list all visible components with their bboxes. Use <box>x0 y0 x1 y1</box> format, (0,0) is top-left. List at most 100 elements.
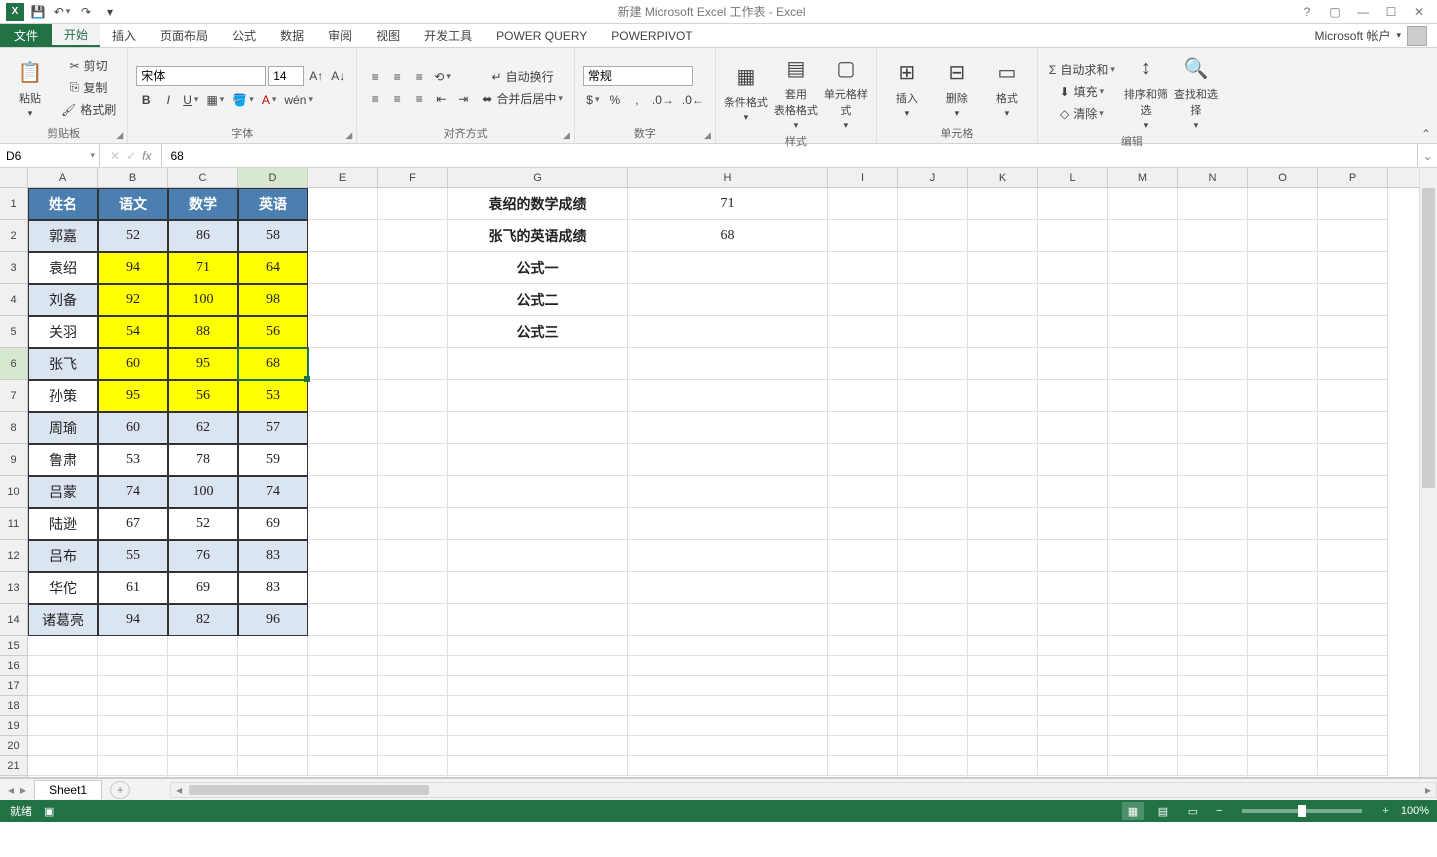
cell-E8[interactable] <box>308 412 378 444</box>
cell-M2[interactable] <box>1108 220 1178 252</box>
increase-decimal-button[interactable]: .0→ <box>649 90 677 110</box>
cell-M17[interactable] <box>1108 676 1178 696</box>
number-format-select[interactable] <box>583 66 693 86</box>
cell-B4[interactable]: 92 <box>98 284 168 316</box>
row-header-2[interactable]: 2 <box>0 220 27 252</box>
cell-D6[interactable]: 68 <box>238 348 308 380</box>
increase-indent-button[interactable]: ⇥ <box>453 89 473 109</box>
cell-F10[interactable] <box>378 476 448 508</box>
align-bottom-button[interactable]: ≡ <box>409 67 429 87</box>
cell-H14[interactable] <box>628 604 828 636</box>
cell-K5[interactable] <box>968 316 1038 348</box>
cell-M22[interactable] <box>1108 776 1178 778</box>
cell-P5[interactable] <box>1318 316 1388 348</box>
cell-F13[interactable] <box>378 572 448 604</box>
hscroll-thumb[interactable] <box>189 785 429 795</box>
cell-N1[interactable] <box>1178 188 1248 220</box>
cell-O18[interactable] <box>1248 696 1318 716</box>
cell-K21[interactable] <box>968 756 1038 776</box>
tab-powerquery[interactable]: POWER QUERY <box>484 24 599 47</box>
copy-button[interactable]: ⎘ 复制 <box>58 78 119 98</box>
cell-G11[interactable] <box>448 508 628 540</box>
italic-button[interactable]: I <box>158 90 178 110</box>
cell-B13[interactable]: 61 <box>98 572 168 604</box>
cell-K20[interactable] <box>968 736 1038 756</box>
row-header-8[interactable]: 8 <box>0 412 27 444</box>
cell-B6[interactable]: 60 <box>98 348 168 380</box>
cell-J11[interactable] <box>898 508 968 540</box>
cell-E4[interactable] <box>308 284 378 316</box>
cell-H20[interactable] <box>628 736 828 756</box>
cell-P10[interactable] <box>1318 476 1388 508</box>
tab-insert[interactable]: 插入 <box>100 24 148 47</box>
cell-O11[interactable] <box>1248 508 1318 540</box>
cell-G6[interactable] <box>448 348 628 380</box>
cell-N5[interactable] <box>1178 316 1248 348</box>
enter-formula-button[interactable]: ✓ <box>126 149 136 163</box>
cell-F15[interactable] <box>378 636 448 656</box>
cell-A2[interactable]: 郭嘉 <box>28 220 98 252</box>
cell-B14[interactable]: 94 <box>98 604 168 636</box>
clipboard-launcher[interactable]: ◢ <box>116 130 123 141</box>
vscroll-thumb[interactable] <box>1422 188 1435 488</box>
cell-B2[interactable]: 52 <box>98 220 168 252</box>
cell-J2[interactable] <box>898 220 968 252</box>
cell-L3[interactable] <box>1038 252 1108 284</box>
autosum-button[interactable]: Σ 自动求和 <box>1046 60 1118 80</box>
cell-A14[interactable]: 诸葛亮 <box>28 604 98 636</box>
cell-E14[interactable] <box>308 604 378 636</box>
tab-formulas[interactable]: 公式 <box>220 24 268 47</box>
cell-F8[interactable] <box>378 412 448 444</box>
delete-cells-button[interactable]: ⊟删除▾ <box>935 52 979 123</box>
cell-G22[interactable] <box>448 776 628 778</box>
cell-N13[interactable] <box>1178 572 1248 604</box>
cell-O9[interactable] <box>1248 444 1318 476</box>
cell-M6[interactable] <box>1108 348 1178 380</box>
cell-L7[interactable] <box>1038 380 1108 412</box>
cell-A21[interactable] <box>28 756 98 776</box>
cell-A22[interactable] <box>28 776 98 778</box>
cell-C14[interactable]: 82 <box>168 604 238 636</box>
cell-N17[interactable] <box>1178 676 1248 696</box>
cell-M11[interactable] <box>1108 508 1178 540</box>
account-area[interactable]: Microsoft 帐户 ▾ <box>1304 24 1437 47</box>
cell-H3[interactable] <box>628 252 828 284</box>
cell-A12[interactable]: 吕布 <box>28 540 98 572</box>
cell-C15[interactable] <box>168 636 238 656</box>
cell-K13[interactable] <box>968 572 1038 604</box>
cell-J13[interactable] <box>898 572 968 604</box>
cell-O19[interactable] <box>1248 716 1318 736</box>
cell-M10[interactable] <box>1108 476 1178 508</box>
alignment-launcher[interactable]: ◢ <box>563 130 570 141</box>
cell-G5[interactable]: 公式三 <box>448 316 628 348</box>
cell-D12[interactable]: 83 <box>238 540 308 572</box>
sheet-nav-next[interactable]: ▸ <box>18 783 28 797</box>
cell-D4[interactable]: 98 <box>238 284 308 316</box>
cell-A1[interactable]: 姓名 <box>28 188 98 220</box>
cell-B16[interactable] <box>98 656 168 676</box>
row-header-21[interactable]: 21 <box>0 756 27 776</box>
save-button[interactable]: 💾 <box>28 2 48 22</box>
cell-O16[interactable] <box>1248 656 1318 676</box>
cell-A20[interactable] <box>28 736 98 756</box>
cell-G10[interactable] <box>448 476 628 508</box>
cell-H21[interactable] <box>628 756 828 776</box>
font-launcher[interactable]: ◢ <box>345 130 352 141</box>
cell-G20[interactable] <box>448 736 628 756</box>
cell-G15[interactable] <box>448 636 628 656</box>
cell-C6[interactable]: 95 <box>168 348 238 380</box>
cell-N12[interactable] <box>1178 540 1248 572</box>
cell-M12[interactable] <box>1108 540 1178 572</box>
cell-N14[interactable] <box>1178 604 1248 636</box>
cell-O14[interactable] <box>1248 604 1318 636</box>
col-header-D[interactable]: D <box>238 168 308 187</box>
cell-K1[interactable] <box>968 188 1038 220</box>
cell-D5[interactable]: 56 <box>238 316 308 348</box>
cell-P7[interactable] <box>1318 380 1388 412</box>
cell-G13[interactable] <box>448 572 628 604</box>
cell-P17[interactable] <box>1318 676 1388 696</box>
cell-I13[interactable] <box>828 572 898 604</box>
cell-J4[interactable] <box>898 284 968 316</box>
cell-N10[interactable] <box>1178 476 1248 508</box>
row-header-11[interactable]: 11 <box>0 508 27 540</box>
